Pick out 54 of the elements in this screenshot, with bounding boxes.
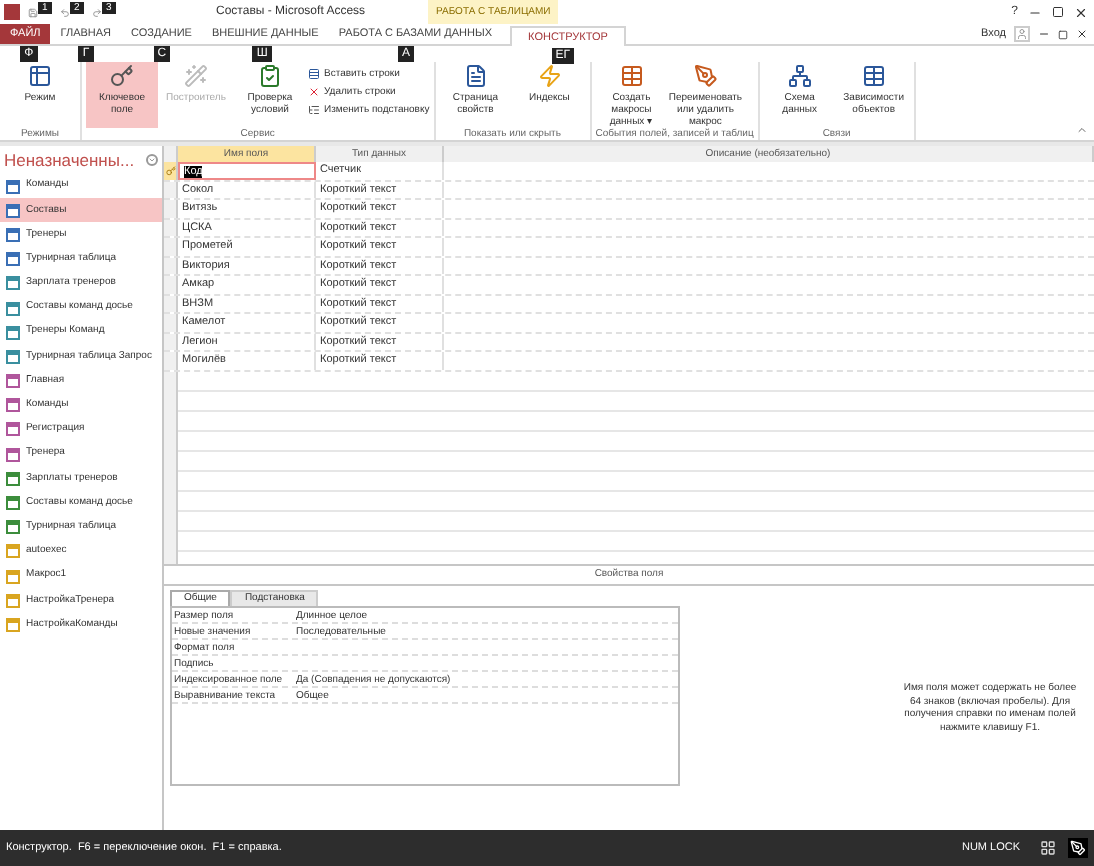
- wand-icon: [184, 64, 208, 88]
- row-selector[interactable]: [164, 333, 178, 350]
- row-selector[interactable]: [164, 200, 178, 217]
- report-icon: [6, 471, 20, 486]
- table-icon: [28, 64, 52, 88]
- table-icon: [6, 252, 20, 267]
- lightning-icon: [537, 64, 562, 88]
- row-selector[interactable]: [164, 238, 178, 255]
- report-icon: [6, 496, 20, 511]
- redo-icon[interactable]: [92, 7, 102, 17]
- table-icon: [619, 64, 644, 88]
- query-icon: [6, 325, 20, 340]
- row-selector[interactable]: [164, 162, 178, 179]
- key-icon: [110, 64, 134, 88]
- close-icon[interactable]: [1076, 28, 1088, 40]
- row-selector[interactable]: [164, 276, 178, 293]
- row-selector[interactable]: [164, 314, 178, 331]
- form-icon: [6, 374, 20, 389]
- query-icon: [6, 276, 20, 291]
- row-selector[interactable]: [164, 257, 178, 274]
- report-icon: [6, 520, 20, 535]
- row-selector[interactable]: [164, 352, 178, 369]
- form-icon: [6, 447, 20, 462]
- table-icon: [861, 64, 886, 88]
- document-icon: [463, 64, 488, 88]
- avatar-icon[interactable]: [1014, 26, 1030, 42]
- pen-icon: [693, 64, 718, 88]
- macro-icon: [6, 593, 20, 608]
- app-icon: [4, 4, 20, 20]
- delete-icon: [308, 86, 320, 98]
- key-icon: [165, 165, 175, 176]
- diagram-icon: [787, 64, 812, 88]
- query-icon: [6, 349, 20, 364]
- navigation-title[interactable]: Неназначенны...: [4, 147, 135, 173]
- undo-icon[interactable]: [60, 7, 70, 17]
- macro-icon: [6, 544, 20, 559]
- list-icon: [308, 104, 320, 116]
- form-icon: [6, 398, 20, 413]
- macro-icon: [6, 617, 20, 632]
- row-selector[interactable]: [164, 181, 178, 198]
- dropdown-icon[interactable]: [146, 154, 158, 166]
- table-icon: [6, 179, 20, 194]
- row-selector[interactable]: [164, 219, 178, 236]
- collapse-ribbon-icon[interactable]: [1076, 124, 1088, 136]
- macro-icon: [6, 569, 20, 584]
- clipboard-check-icon: [258, 64, 282, 88]
- row-selector[interactable]: [164, 295, 178, 312]
- close-icon[interactable]: [1074, 5, 1088, 19]
- save-icon[interactable]: [28, 7, 38, 17]
- form-icon: [6, 422, 20, 437]
- table-icon: [6, 203, 20, 218]
- insert-rows-icon: [308, 68, 320, 80]
- query-icon: [6, 301, 20, 316]
- table-icon: [6, 227, 20, 242]
